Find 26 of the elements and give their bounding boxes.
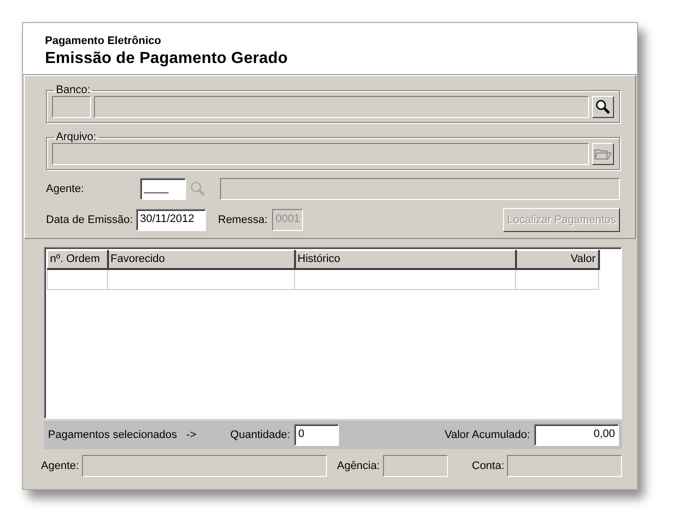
quantity-label: Quantidade: <box>230 429 290 441</box>
column-header[interactable]: nº. Ordem <box>48 250 108 268</box>
footer-label: Agência: <box>336 460 380 472</box>
agent-label: Agente: <box>46 183 85 195</box>
footer-field[interactable] <box>507 455 622 477</box>
footer-label: Conta: <box>472 460 504 472</box>
column-header[interactable]: Histórico <box>294 250 516 268</box>
column-header[interactable]: Valor <box>516 250 598 268</box>
footer-field[interactable] <box>382 455 448 477</box>
accumulated-value-label: Valor Acumulado: <box>444 429 530 441</box>
search-button[interactable] <box>592 96 614 118</box>
open-folder-button[interactable] <box>592 143 614 165</box>
group-legend: Arquivo: <box>54 131 98 143</box>
remessa-label: Remessa: <box>218 214 268 226</box>
quantity-field[interactable]: 0 <box>294 424 340 446</box>
group-legend: Banco: <box>54 84 92 96</box>
issue-date-label: Data de Emissão: <box>46 214 132 226</box>
agent-code-field[interactable]: ____ <box>140 178 186 200</box>
accumulated-value-field[interactable]: 0,00 <box>534 424 619 446</box>
footer-label: Agente: <box>41 460 79 472</box>
selected-payments-label: Pagamentos selecionados -> <box>48 429 196 441</box>
window-title: Emissão de Pagamento Gerado <box>45 50 289 68</box>
column-header[interactable]: Favorecido <box>108 250 294 268</box>
issue-date-field[interactable]: 30/11/2012 <box>136 209 206 231</box>
footer-field[interactable] <box>82 455 328 477</box>
window-subtitle: Pagamento Eletrônico <box>45 35 162 47</box>
